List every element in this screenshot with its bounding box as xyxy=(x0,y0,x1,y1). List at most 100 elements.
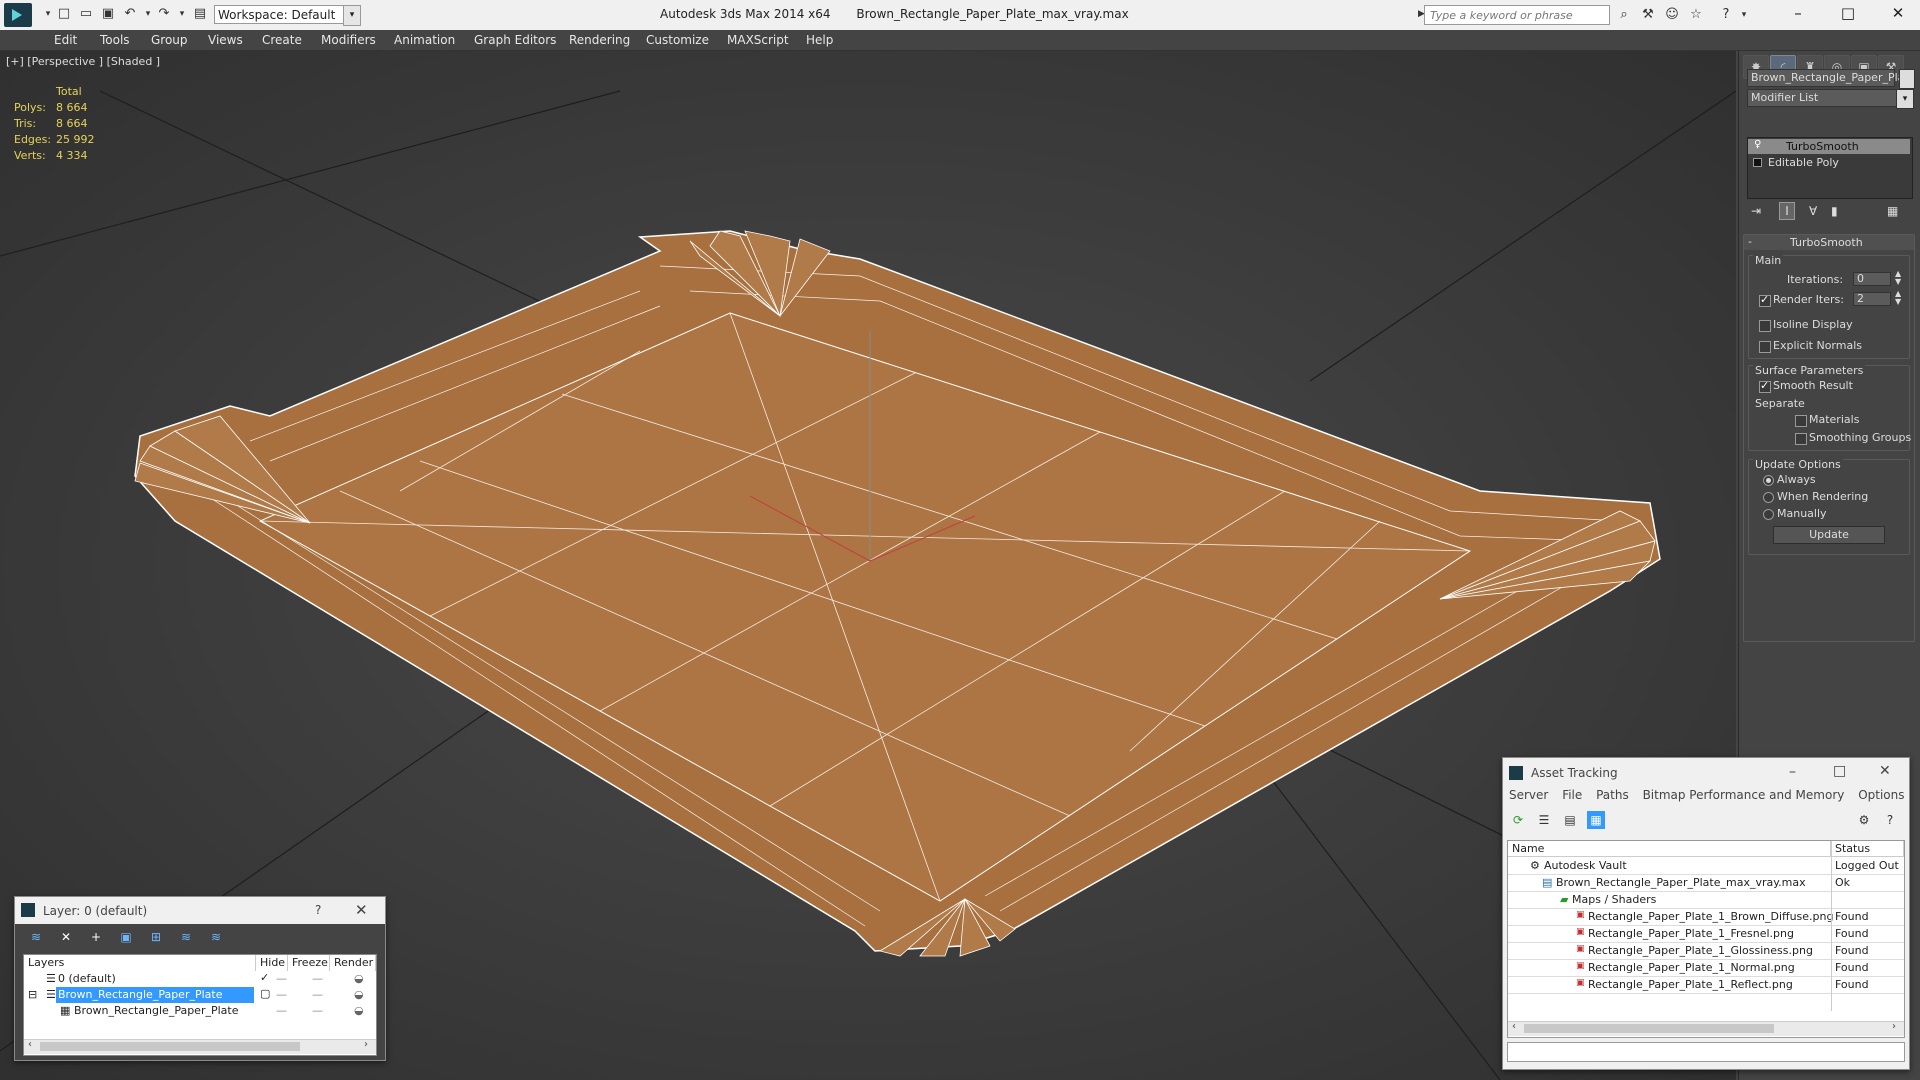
configure-modifier-sets-icon[interactable]: ▦ xyxy=(1887,204,1898,218)
smooth-result-checkbox[interactable] xyxy=(1759,379,1771,393)
layer-checkbox-icon[interactable]: ▢ xyxy=(260,987,270,1000)
expand-icon[interactable] xyxy=(1753,158,1762,167)
column-header-hide[interactable]: Hide xyxy=(256,955,288,971)
asset-menu-paths[interactable]: Paths xyxy=(1596,788,1629,802)
chevron-down-icon[interactable]: ▾ xyxy=(1896,89,1914,109)
workspace-selector[interactable]: Workspace: Default ▾ xyxy=(214,5,361,26)
chevron-down-icon[interactable]: ▾ xyxy=(343,5,361,26)
always-radio[interactable] xyxy=(1763,475,1774,486)
asset-row[interactable]: ▣ Rectangle_Paper_Plate_1_Brown_Diffuse.… xyxy=(1508,909,1904,926)
column-header-freeze[interactable]: Freeze xyxy=(288,955,330,971)
redo-dropdown-icon[interactable]: ▾ xyxy=(174,6,190,22)
hide-toggle[interactable]: — xyxy=(276,972,287,985)
freeze-toggle[interactable]: — xyxy=(312,988,323,1001)
object-color-swatch[interactable] xyxy=(1899,69,1915,89)
freeze-all-icon[interactable]: ≋ xyxy=(207,928,225,946)
stack-item-turbosmooth[interactable]: ♀ TurboSmooth xyxy=(1748,139,1910,154)
pin-stack-icon[interactable]: ⇥ xyxy=(1751,204,1761,218)
save-file-icon[interactable]: ▣ xyxy=(100,6,116,22)
project-folder-icon[interactable]: ▤ xyxy=(192,6,208,22)
column-header-render[interactable]: Render xyxy=(330,955,376,971)
delete-layer-icon[interactable]: ✕ xyxy=(57,928,75,946)
asset-path-field[interactable] xyxy=(1507,1042,1905,1062)
help-icon[interactable]: ? xyxy=(1718,7,1734,23)
freeze-toggle[interactable]: — xyxy=(312,972,323,985)
spinner-arrows-icon[interactable]: ▲ ▼ xyxy=(1895,290,1901,306)
undo-icon[interactable]: ↶ xyxy=(122,6,138,22)
column-header-layers[interactable]: Layers xyxy=(24,955,256,971)
horizontal-scrollbar[interactable]: ‹ › xyxy=(1508,1021,1904,1036)
render-teapot-icon[interactable]: ◒ xyxy=(354,988,364,1001)
iterations-spinner[interactable]: 0 xyxy=(1853,272,1891,286)
redo-icon[interactable]: ↷ xyxy=(156,6,172,22)
highlight-layer-icon[interactable]: ⊞ xyxy=(147,928,165,946)
hide-toggle[interactable]: — xyxy=(276,1004,287,1017)
asset-row[interactable]: ▤ Brown_Rectangle_Paper_Plate_max_vray.m… xyxy=(1508,875,1904,892)
remove-modifier-icon[interactable]: ▮ xyxy=(1831,204,1838,218)
freeze-toggle[interactable]: — xyxy=(312,1004,323,1017)
menu-edit[interactable]: Edit xyxy=(54,33,77,47)
layer-row[interactable]: ⊟ ☰ Brown_Rectangle_Paper_Plate ▢ — — ◒ xyxy=(24,987,376,1003)
render-teapot-icon[interactable]: ◒ xyxy=(354,972,364,985)
menu-views[interactable]: Views xyxy=(208,33,243,47)
asset-menu-options[interactable]: Options xyxy=(1858,788,1904,802)
rollout-header[interactable]: - TurboSmooth xyxy=(1744,235,1914,250)
menu-animation[interactable]: Animation xyxy=(394,33,455,47)
asset-row[interactable]: ▣ Rectangle_Paper_Plate_1_Normal.png Fou… xyxy=(1508,960,1904,977)
scroll-right-icon[interactable]: › xyxy=(364,1039,368,1050)
update-button[interactable]: Update xyxy=(1773,526,1885,544)
object-row[interactable]: ▦ Brown_Rectangle_Paper_Plate — — ◒ xyxy=(24,1003,376,1019)
new-file-icon[interactable]: □ xyxy=(56,6,72,22)
new-layer-icon[interactable]: ≋ xyxy=(27,928,45,946)
select-objects-icon[interactable]: ▣ xyxy=(117,928,135,946)
asset-row[interactable]: ▣ Rectangle_Paper_Plate_1_Fresnel.png Fo… xyxy=(1508,926,1904,943)
hide-toggle[interactable]: — xyxy=(276,988,287,1001)
menu-graph-editors[interactable]: Graph Editors xyxy=(474,33,556,47)
star-icon[interactable]: ☆ xyxy=(1688,7,1704,23)
horizontal-scrollbar[interactable]: ‹ › xyxy=(24,1039,376,1054)
add-to-layer-icon[interactable]: + xyxy=(87,928,105,946)
menu-rendering[interactable]: Rendering xyxy=(569,33,630,47)
help-icon[interactable]: ? xyxy=(1881,811,1899,829)
expand-icon[interactable]: ⊟ xyxy=(28,988,37,1001)
search-input[interactable]: Type a keyword or phrase xyxy=(1424,5,1610,25)
menu-dropdown-icon[interactable]: ▾ xyxy=(40,6,56,22)
scroll-left-icon[interactable]: ‹ xyxy=(1512,1021,1516,1032)
spinner-arrows-icon[interactable]: ▲ ▼ xyxy=(1895,270,1901,286)
vault-icon[interactable]: ⚙ xyxy=(1855,811,1873,829)
hide-all-icon[interactable]: ≋ xyxy=(177,928,195,946)
maximize-icon[interactable]: □ xyxy=(1836,4,1860,24)
object-name-field[interactable]: Brown_Rectangle_Paper_Plat xyxy=(1747,69,1909,87)
menu-tools[interactable]: Tools xyxy=(100,33,130,47)
stack-item-editable-poly[interactable]: Editable Poly xyxy=(1748,155,1910,170)
explicit-normals-checkbox[interactable] xyxy=(1759,341,1771,353)
smoothing-groups-checkbox[interactable] xyxy=(1795,433,1807,445)
help-icon[interactable]: ? xyxy=(315,903,321,917)
close-icon[interactable]: ✕ xyxy=(1879,763,1891,779)
menu-customize[interactable]: Customize xyxy=(646,33,709,47)
thumbnail-view-icon[interactable]: ▤ xyxy=(1561,811,1579,829)
make-unique-icon[interactable]: ∀ xyxy=(1809,204,1817,218)
menu-create[interactable]: Create xyxy=(262,33,302,47)
render-iters-spinner[interactable]: 2 xyxy=(1853,292,1891,306)
close-icon[interactable]: ✕ xyxy=(355,901,368,919)
active-layer-check-icon[interactable]: ✓ xyxy=(260,971,269,984)
menu-group[interactable]: Group xyxy=(151,33,188,47)
layer-row[interactable]: ☰ 0 (default) ✓ — — ◒ xyxy=(24,971,376,987)
manually-radio[interactable] xyxy=(1763,509,1774,520)
when-rendering-radio[interactable] xyxy=(1763,492,1774,503)
asset-row[interactable]: ▣ Rectangle_Paper_Plate_1_Glossiness.png… xyxy=(1508,943,1904,960)
refresh-icon[interactable]: ⟳ xyxy=(1509,811,1527,829)
show-end-result-icon[interactable]: I xyxy=(1779,202,1795,220)
isoline-display-checkbox[interactable] xyxy=(1759,320,1771,332)
modifier-list-dropdown[interactable]: Modifier List xyxy=(1747,89,1897,107)
app-logo-icon[interactable] xyxy=(4,3,32,27)
lightbulb-icon[interactable]: ♀ xyxy=(1754,139,1761,150)
user-icon[interactable]: ☺ xyxy=(1664,7,1680,23)
materials-checkbox[interactable] xyxy=(1795,415,1807,427)
render-iters-checkbox[interactable] xyxy=(1759,293,1771,307)
render-teapot-icon[interactable]: ◒ xyxy=(354,1004,364,1017)
asset-menu-server[interactable]: Server xyxy=(1509,788,1548,802)
collapse-icon[interactable]: - xyxy=(1748,235,1752,248)
scroll-right-icon[interactable]: › xyxy=(1892,1021,1896,1032)
